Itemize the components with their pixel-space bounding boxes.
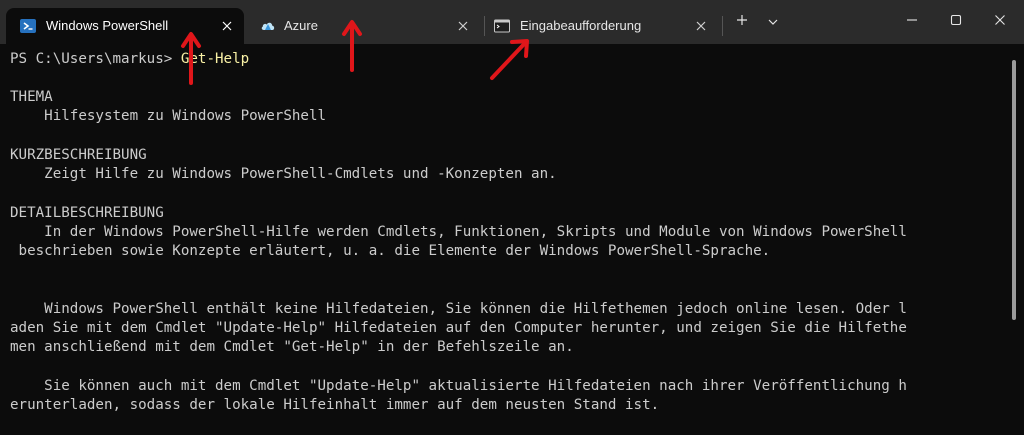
scrollbar[interactable] [1012,60,1016,320]
minimize-button[interactable] [896,8,928,36]
new-tab-button[interactable] [730,8,754,36]
terminal-window: Windows PowerShell Azure Eingabeaufforde… [0,0,1024,435]
output-line: Sie können auch mit dem Cmdlet "Update-H… [10,378,907,394]
tab-label: Eingabeaufforderung [520,18,642,33]
tab-label: Azure [284,18,318,33]
output-line: erunterladen, sodass der lokale Hilfeinh… [10,397,660,413]
output-line: Hilfesystem zu Windows PowerShell [10,108,327,124]
close-icon[interactable] [692,17,710,35]
close-icon[interactable] [454,17,472,35]
output-line: Zeigt Hilfe zu Windows PowerShell-Cmdlet… [10,166,557,182]
output-line: aden Sie mit dem Cmdlet "Update-Help" Hi… [10,320,907,336]
annotation-arrow [490,39,529,80]
output-line: DETAILBESCHREIBUNG [10,205,164,221]
close-window-button[interactable] [984,8,1016,36]
close-icon [994,13,1006,31]
tab-windows-powershell[interactable]: Windows PowerShell [6,8,244,44]
minimize-icon [906,13,918,31]
chevron-down-icon [768,13,778,31]
annotation-arrow [342,20,362,72]
azure-cloud-icon [260,18,276,34]
tab-divider [722,16,723,36]
output-line: KURZBESCHREIBUNG [10,147,147,163]
output-line: beschrieben sowie Konzepte erläutert, u.… [10,243,771,259]
tab-label: Windows PowerShell [46,18,169,33]
output-line: In der Windows PowerShell-Hilfe werden C… [10,224,907,240]
plus-icon [736,13,748,31]
tab-divider [484,16,485,36]
close-icon[interactable] [218,17,236,35]
output-line: Windows PowerShell enthält keine Hilfeda… [10,301,907,317]
terminal-output[interactable]: PS C:\Users\markus> Get-Help THEMA Hilfe… [0,44,1010,435]
tab-dropdown-button[interactable] [762,8,784,36]
maximize-button[interactable] [940,8,972,36]
output-line: men anschließend mit dem Cmdlet "Get-Hel… [10,339,574,355]
output-line: THEMA [10,89,53,105]
prompt: PS C:\Users\markus> [10,51,173,67]
annotation-arrow [181,32,201,85]
maximize-icon [950,13,962,31]
powershell-icon [20,18,36,34]
prompt-line: PS C:\Users\markus> Get-Help [10,50,249,69]
